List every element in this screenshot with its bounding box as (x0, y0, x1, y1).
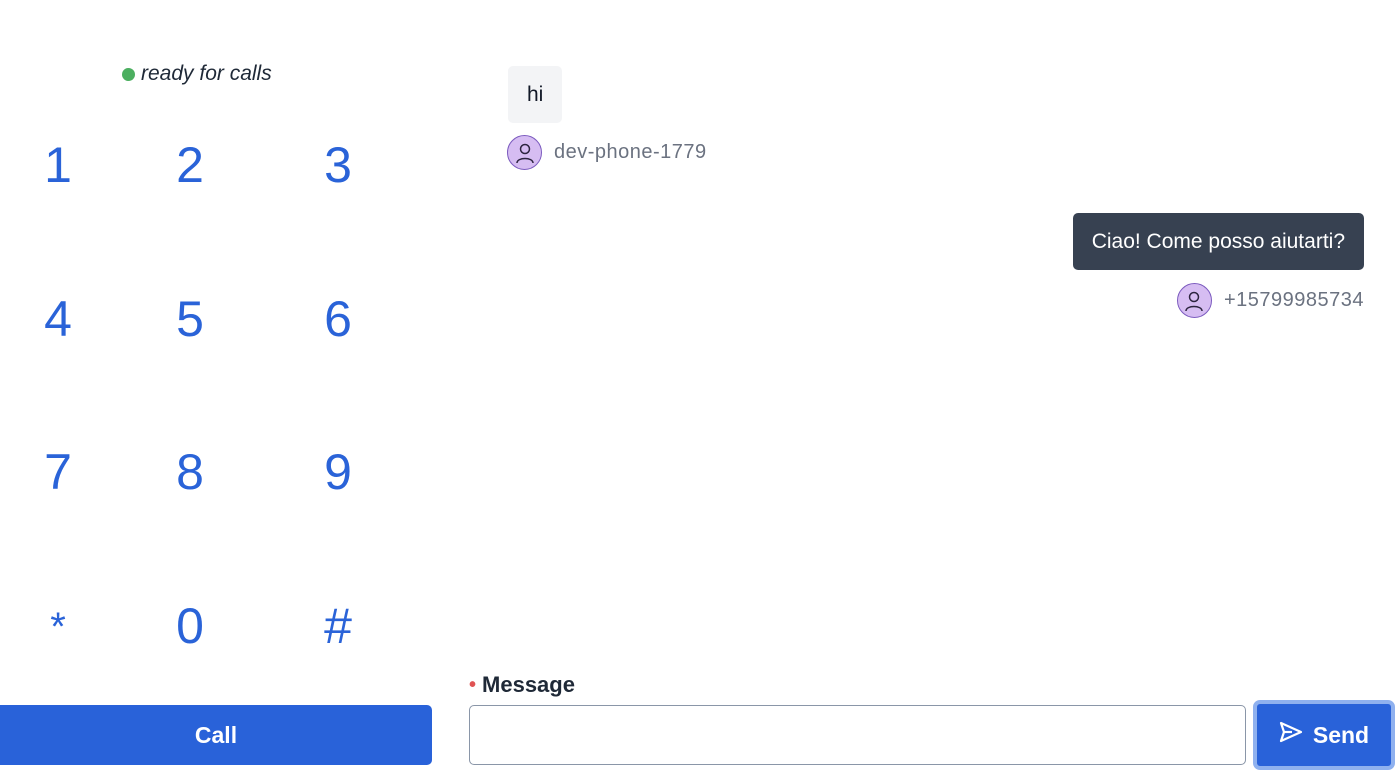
send-icon (1279, 721, 1303, 749)
send-button-content: Send (1257, 704, 1391, 766)
app-root: ready for calls 1 2 3 4 5 6 7 8 9 * 0 # … (0, 0, 1396, 772)
message-author: dev-phone-1779 (507, 135, 707, 170)
send-button[interactable]: Send (1253, 700, 1395, 770)
key-7[interactable]: 7 (0, 437, 116, 591)
user-icon (1176, 283, 1212, 318)
required-indicator: • (469, 673, 477, 696)
author-name: +15799985734 (1223, 289, 1364, 311)
key-8[interactable]: 8 (116, 437, 264, 591)
message-text: hi (527, 82, 544, 106)
call-status: ready for calls (122, 62, 272, 86)
key-9[interactable]: 9 (264, 437, 412, 591)
key-4[interactable]: 4 (0, 284, 116, 438)
send-label: Send (1312, 721, 1370, 748)
message-bubble-incoming: hi (508, 66, 563, 123)
message-bubble-outgoing: Ciao! Come posso aiutarti? (1072, 213, 1364, 270)
key-5[interactable]: 5 (116, 284, 264, 438)
key-6[interactable]: 6 (264, 284, 412, 438)
message-input[interactable] (469, 705, 1246, 765)
message-label-text: Message (482, 672, 575, 697)
message-author: +15799985734 (1176, 283, 1364, 318)
status-dot-icon (122, 67, 135, 81)
author-name: dev-phone-1779 (554, 141, 707, 163)
keypad: 1 2 3 4 5 6 7 8 9 * 0 # (0, 130, 412, 670)
call-button[interactable]: Call (0, 705, 432, 765)
user-icon (507, 135, 542, 170)
key-3[interactable]: 3 (264, 130, 412, 284)
call-status-text: ready for calls (141, 62, 272, 85)
message-label: • Message (469, 672, 575, 698)
message-text: Ciao! Come posso aiutarti? (1091, 229, 1345, 253)
key-2[interactable]: 2 (116, 130, 264, 284)
key-1[interactable]: 1 (0, 130, 116, 284)
